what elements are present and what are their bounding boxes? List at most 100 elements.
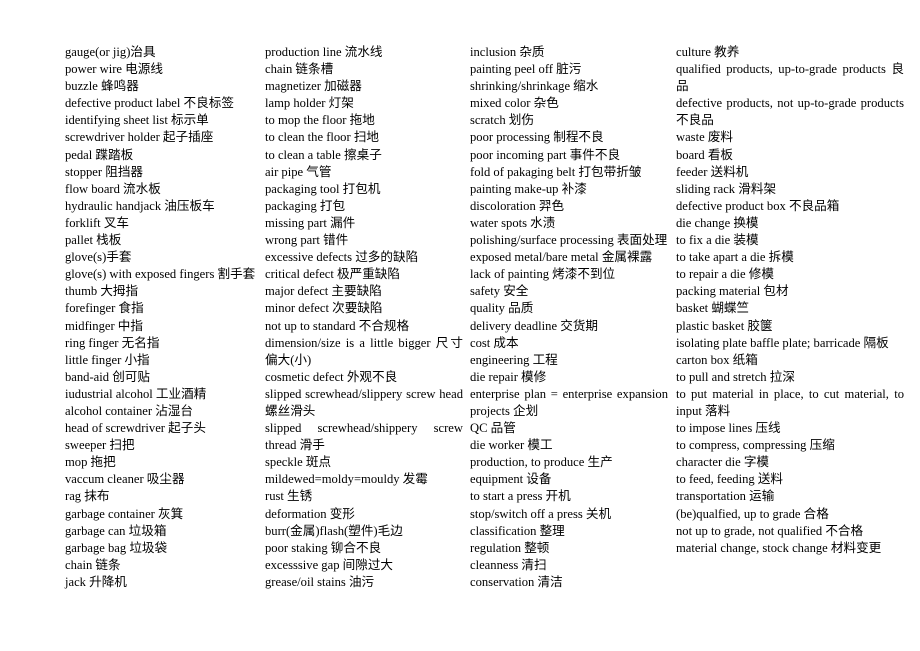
glossary-entry: pedal 蹀踏板	[65, 147, 134, 162]
glossary-entry: garbage can 垃圾箱	[65, 523, 167, 538]
glossary-entry: packaging tool 打包机	[265, 181, 381, 196]
glossary-entry: midfinger 中指	[65, 318, 143, 333]
glossary-entry: packing material 包材	[676, 284, 789, 299]
glossary-entry: speckle 斑点	[265, 455, 332, 470]
glossary-entry: slipped screwhead/shippery screw thread …	[265, 421, 463, 453]
glossary-entry: pallet 栈板	[65, 233, 122, 248]
glossary-entry: polishing/surface processing 表面处理	[470, 233, 668, 248]
glossary-entry: painting peel off 脏污	[470, 62, 582, 77]
glossary-entry: excessive defects 过多的缺陷	[265, 250, 419, 265]
glossary-entry: mildewed=moldy=mouldy 发霉	[265, 472, 428, 487]
glossary-entry: culture 教养	[676, 45, 740, 59]
glossary-entry: carton box 纸箱	[676, 352, 758, 367]
glossary-entry: iudustrial alcohol 工业酒精	[65, 386, 207, 401]
glossary-entry: plastic basket 胶箧	[676, 318, 773, 333]
glossary-entry: glove(s)手套	[65, 250, 132, 265]
glossary-entry: quality 品质	[470, 301, 534, 316]
glossary-entry: band-aid 创可贴	[65, 369, 150, 384]
glossary-entry: packaging 打包	[265, 198, 346, 213]
glossary-entry: vaccum cleaner 吸尘器	[65, 472, 185, 487]
glossary-entry: deformation 变形	[265, 506, 355, 521]
glossary-entry: chain 链条	[65, 557, 121, 572]
glossary-entry: air pipe 气管	[265, 164, 332, 179]
glossary-entry: qualified products, up-to-grade products…	[676, 62, 904, 94]
glossary-entry: not up to standard 不合规格	[265, 318, 410, 333]
glossary-entry: painting make-up 补漆	[470, 181, 587, 196]
glossary-entry: to impose lines 压线	[676, 421, 781, 436]
glossary-entry: defective product label 不良标签	[65, 96, 234, 111]
glossary-entry: (be)qualfied, up to grade 合格	[676, 506, 829, 521]
glossary-entry: die worker 模工	[470, 438, 553, 453]
glossary-entry: scratch 划伤	[470, 113, 534, 128]
glossary-entry: conservation 清洁	[470, 574, 563, 589]
glossary-entry: forklift 叉车	[65, 215, 130, 230]
glossary-entry: lack of painting 烤漆不到位	[470, 267, 616, 282]
glossary-entry: magnetizer 加磁器	[265, 79, 362, 94]
glossary-entry: production line 流水线	[265, 45, 383, 59]
glossary-entry: alcohol container 沾湿台	[65, 403, 193, 418]
glossary-entry: to feed, feeding 送料	[676, 472, 784, 487]
glossary-entry: shrinking/shrinkage 缩水	[470, 79, 599, 94]
glossary-entry: defective products, not up-to-grade prod…	[676, 96, 904, 128]
glossary-entry: stopper 阻挡器	[65, 164, 144, 179]
glossary-entry: garbage container 灰箕	[65, 506, 184, 521]
glossary-entry: board 看板	[676, 147, 734, 162]
glossary-entry: enterprise plan = enterprise expansion p…	[470, 386, 668, 418]
glossary-entry: jack 升降机	[65, 574, 127, 589]
glossary-entry: classification 整理	[470, 523, 565, 538]
glossary-entry: water spots 水渍	[470, 215, 556, 230]
glossary-entry: basket 蝴蝶竺	[676, 301, 750, 316]
glossary-entry: lamp holder 灯架	[265, 96, 354, 111]
glossary-entry: head of screwdriver 起子头	[65, 421, 206, 436]
glossary-column-3: inclusion 杂质 painting peel off 脏污 shrinkin…	[470, 44, 668, 591]
glossary-entry: screwdriver holder 起子插座	[65, 130, 214, 145]
glossary-entry: cost 成本	[470, 335, 519, 350]
glossary-entry: not up to grade, not qualified 不合格	[676, 523, 864, 538]
glossary-entry: identifying sheet list 标示单	[65, 113, 209, 128]
glossary-entry: missing part 漏件	[265, 215, 356, 230]
glossary-entry: burr(金属)flash(塑件)毛边	[265, 523, 403, 538]
glossary-entry: waste 废料	[676, 130, 734, 145]
glossary-entry: engineering 工程	[470, 352, 558, 367]
glossary-entry: mop 拖把	[65, 455, 116, 470]
glossary-entry: stop/switch off a press 关机	[470, 506, 612, 521]
glossary-entry: mixed color 杂色	[470, 96, 559, 111]
glossary-entry: exposed metal/bare metal 金属裸露	[470, 250, 653, 265]
glossary-entry: forefinger 食指	[65, 301, 144, 316]
glossary-entry: die repair 模修	[470, 369, 547, 384]
glossary-entry: isolating plate baffle plate; barricade …	[676, 335, 889, 350]
glossary-entry: rag 抹布	[65, 489, 110, 504]
glossary-entry: safety 安全	[470, 284, 529, 299]
glossary-entry: character die 字模	[676, 455, 770, 470]
glossary-entry: to take apart a die 拆模	[676, 250, 794, 265]
glossary-entry: grease/oil stains 油污	[265, 574, 375, 589]
glossary-entry: power wire 电源线	[65, 62, 163, 77]
glossary-entry: feeder 送料机	[676, 164, 749, 179]
glossary-entry: inclusion 杂质	[470, 45, 545, 59]
glossary-entry: discoloration 羿色	[470, 198, 565, 213]
glossary-entry: poor incoming part 事件不良	[470, 147, 621, 162]
glossary-entry: minor defect 次要缺陷	[265, 301, 383, 316]
glossary-entry: cleanness 清扫	[470, 557, 547, 572]
glossary-entry: poor processing 制程不良	[470, 130, 604, 145]
glossary-entry: to start a press 开机	[470, 489, 571, 504]
glossary-entry: to compress, compressing 压缩	[676, 438, 835, 453]
glossary-entry: slipped screwhead/slippery screw head 螺丝…	[265, 386, 463, 418]
glossary-entry: delivery deadline 交货期	[470, 318, 598, 333]
glossary-entry: little finger 小指	[65, 352, 150, 367]
glossary-column-4: culture 教养 qualified products, up-to-grad…	[676, 44, 904, 557]
glossary-entry: thumb 大拇指	[65, 284, 139, 299]
glossary-entry: dimension/size is a little bigger 尺寸偏大(小…	[265, 335, 463, 367]
glossary-entry: wrong part 错件	[265, 233, 349, 248]
glossary-entry: excesssive gap 间隙过大	[265, 557, 394, 572]
glossary-entry: hydraulic handjack 油压板车	[65, 198, 215, 213]
glossary-entry: garbage bag 垃圾袋	[65, 540, 168, 555]
glossary-entry: buzzle 蜂鸣器	[65, 79, 139, 94]
glossary-entry: to clean the floor 扫地	[265, 130, 380, 145]
glossary-entry: to repair a die 修模	[676, 267, 774, 282]
glossary-column-1: gauge(or jig)治具 power wire 电源线 buzzle 蜂鸣器 d…	[65, 44, 261, 591]
glossary-entry: to pull and stretch 拉深	[676, 369, 795, 384]
glossary-entry: sliding rack 滑料架	[676, 181, 777, 196]
glossary-entry: to mop the floor 拖地	[265, 113, 375, 128]
glossary-entry: production, to produce 生产	[470, 455, 613, 470]
